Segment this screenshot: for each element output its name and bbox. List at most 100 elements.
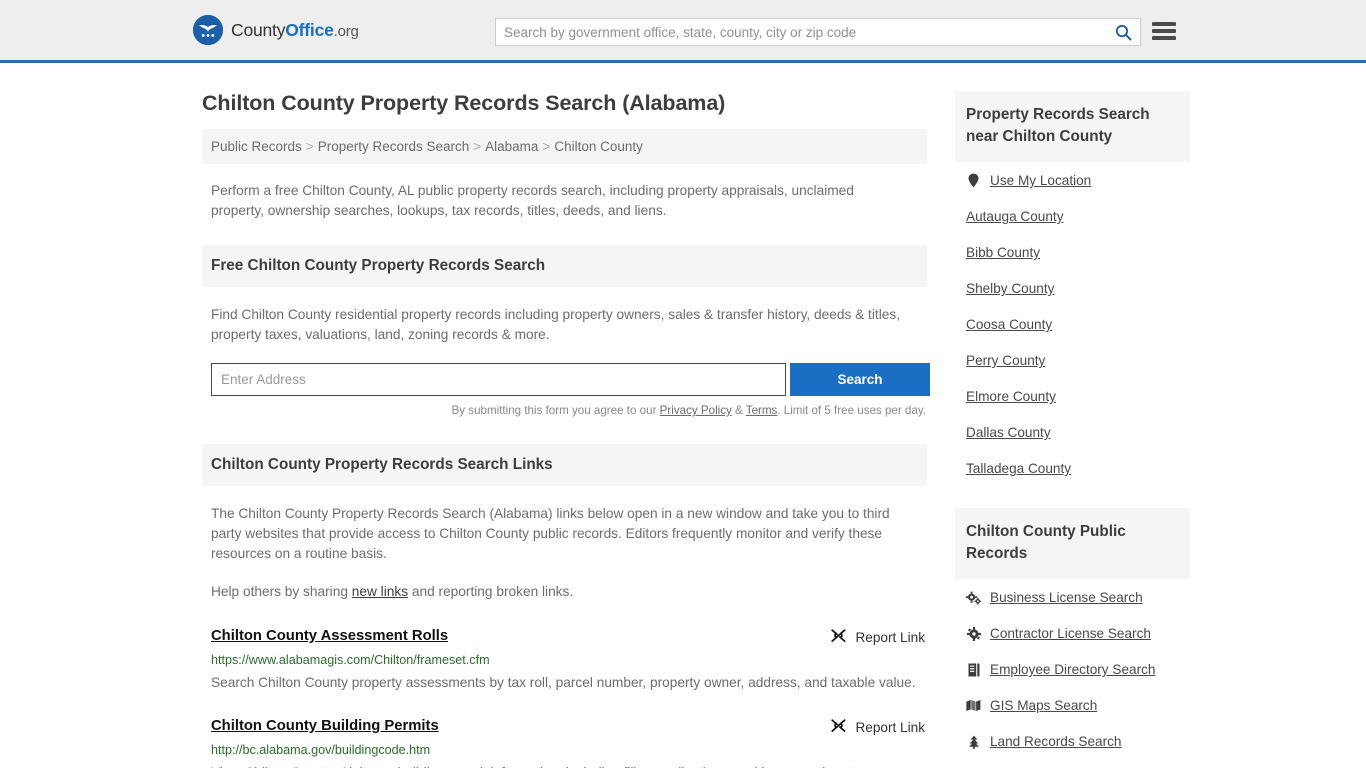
- sidebar-item-land-records-search[interactable]: Land Records Search: [966, 723, 1179, 759]
- hamburger-bar: [1152, 22, 1176, 26]
- book-icon: [966, 663, 981, 677]
- hamburger-menu-icon[interactable]: [1152, 20, 1176, 42]
- public-record-link[interactable]: Contractor License Search: [990, 626, 1151, 641]
- tree-icon: [966, 735, 981, 749]
- breadcrumb: Public Records > Property Records Search > A…: [202, 129, 927, 164]
- cogs-icon: [966, 591, 981, 605]
- breadcrumb-item-alabama[interactable]: Alabama: [485, 139, 538, 154]
- sidebar-item-bibb-county[interactable]: Bibb County: [966, 234, 1179, 270]
- logo-text: CountyOffice.org: [231, 20, 359, 41]
- help-text-post: and reporting broken links.: [408, 584, 574, 599]
- links-section-help: Help others by sharing new links and rep…: [211, 582, 918, 602]
- link-result-header: Chilton County Assessment Rolls Report L…: [211, 628, 927, 646]
- county-link[interactable]: Coosa County: [966, 317, 1052, 332]
- county-link[interactable]: Bibb County: [966, 245, 1040, 260]
- page-body: Chilton County Property Records Search (…: [0, 63, 1366, 768]
- breadcrumb-separator: >: [542, 139, 551, 154]
- links-section-heading: Chilton County Property Records Search L…: [202, 444, 927, 486]
- report-link-label: Report Link: [855, 719, 925, 735]
- logo-text-county: County: [231, 19, 286, 40]
- sidebar-item-employee-directory-search[interactable]: Employee Directory Search: [966, 651, 1179, 687]
- hamburger-bar: [1152, 36, 1176, 40]
- search-input[interactable]: [496, 19, 1106, 45]
- link-result-header: Chilton County Building Permits Report L…: [211, 718, 927, 736]
- breadcrumb-item-public-records[interactable]: Public Records: [211, 139, 302, 154]
- address-search-form: Search: [211, 363, 931, 396]
- report-link-label: Report Link: [855, 629, 925, 645]
- use-my-location-link[interactable]: Use My Location: [990, 173, 1091, 188]
- sidebar-item-autauga-county[interactable]: Autauga County: [966, 198, 1179, 234]
- public-record-link[interactable]: Employee Directory Search: [990, 662, 1155, 677]
- sidebar-item-coosa-county[interactable]: Coosa County: [966, 306, 1179, 342]
- sidebar-item-use-my-location[interactable]: Use My Location: [966, 162, 1179, 198]
- new-links-link[interactable]: new links: [352, 584, 408, 599]
- disclaimer-text-post: . Limit of 5 free uses per day.: [777, 404, 926, 417]
- public-record-link[interactable]: GIS Maps Search: [990, 698, 1097, 713]
- links-section-description: The Chilton County Property Records Sear…: [211, 506, 890, 561]
- breadcrumb-item-property-records-search[interactable]: Property Records Search: [318, 139, 470, 154]
- public-records-list: Business License Search Contractor Licen…: [955, 579, 1190, 759]
- sidebar-item-elmore-county[interactable]: Elmore County: [966, 378, 1179, 414]
- county-link[interactable]: Shelby County: [966, 281, 1054, 296]
- result-title-link[interactable]: Chilton County Building Permits: [211, 718, 439, 734]
- map-pin-icon: [966, 173, 981, 188]
- logo-text-office: Office: [285, 19, 334, 40]
- address-input[interactable]: [211, 363, 786, 396]
- sidebar-item-perry-county[interactable]: Perry County: [966, 342, 1179, 378]
- unlink-icon: [830, 718, 847, 736]
- main-column: Chilton County Property Records Search (…: [202, 63, 930, 768]
- nearby-county-list: Use My Location Autauga County Bibb Coun…: [955, 162, 1190, 486]
- site-logo[interactable]: CountyOffice.org: [193, 15, 359, 45]
- search-icon[interactable]: [1106, 19, 1140, 45]
- sidebar-item-talladega-county[interactable]: Talladega County: [966, 450, 1179, 486]
- county-link[interactable]: Autauga County: [966, 209, 1064, 224]
- breadcrumb-separator: >: [473, 139, 482, 154]
- county-link[interactable]: Elmore County: [966, 389, 1056, 404]
- hamburger-bar: [1152, 29, 1176, 33]
- county-link[interactable]: Perry County: [966, 353, 1045, 368]
- sidebar-item-dallas-county[interactable]: Dallas County: [966, 414, 1179, 450]
- sidebar-item-gis-maps-search[interactable]: GIS Maps Search: [966, 687, 1179, 723]
- report-link-button[interactable]: Report Link: [830, 718, 927, 736]
- sidebar-item-business-license-search[interactable]: Business License Search: [966, 579, 1179, 615]
- disclaimer-text-pre: By submitting this form you agree to our: [451, 404, 660, 417]
- county-link[interactable]: Dallas County: [966, 425, 1051, 440]
- links-section-body: The Chilton County Property Records Sear…: [202, 504, 927, 602]
- disclaimer-amp: &: [731, 404, 746, 417]
- free-search-body: Find Chilton County residential property…: [202, 305, 927, 345]
- unlink-icon: [830, 628, 847, 646]
- sidebar: Property Records Search near Chilton Cou…: [955, 63, 1190, 768]
- help-text-pre: Help others by sharing: [211, 584, 352, 599]
- terms-link[interactable]: Terms: [746, 404, 778, 417]
- report-link-button[interactable]: Report Link: [830, 628, 927, 646]
- county-link[interactable]: Talladega County: [966, 461, 1071, 476]
- breadcrumb-separator: >: [305, 139, 314, 154]
- breadcrumb-item-chilton-county[interactable]: Chilton County: [554, 139, 643, 154]
- result-description: Search Chilton County property assessmen…: [211, 675, 916, 690]
- public-records-heading: Chilton County Public Records: [955, 508, 1190, 579]
- page-title: Chilton County Property Records Search (…: [202, 91, 726, 115]
- site-header: CountyOffice.org: [0, 0, 1366, 63]
- logo-text-org: .org: [333, 22, 359, 40]
- eagle-shield-logo-icon: [193, 15, 223, 45]
- global-search-bar[interactable]: [495, 18, 1141, 46]
- result-url: https://www.alabamagis.com/Chilton/frame…: [211, 653, 490, 667]
- privacy-policy-link[interactable]: Privacy Policy: [660, 404, 732, 417]
- free-search-description: Find Chilton County residential property…: [211, 307, 901, 342]
- result-title-link[interactable]: Chilton County Assessment Rolls: [211, 628, 448, 644]
- gear-icon: [966, 626, 981, 641]
- link-result-item: Chilton County Building Permits Report L…: [211, 718, 927, 768]
- sidebar-item-shelby-county[interactable]: Shelby County: [966, 270, 1179, 306]
- free-search-heading: Free Chilton County Property Records Sea…: [202, 245, 927, 287]
- nearby-search-heading: Property Records Search near Chilton Cou…: [955, 91, 1190, 162]
- public-record-link[interactable]: Business License Search: [990, 590, 1143, 605]
- search-submit-button[interactable]: Search: [790, 363, 930, 396]
- result-description: View Chilton County, Alabama building pe…: [211, 761, 916, 768]
- intro-paragraph: Perform a free Chilton County, AL public…: [211, 183, 854, 218]
- public-record-link[interactable]: Land Records Search: [990, 734, 1121, 749]
- sidebar-item-contractor-license-search[interactable]: Contractor License Search: [966, 615, 1179, 651]
- link-result-item: Chilton County Assessment Rolls Report L…: [211, 628, 927, 694]
- map-icon: [966, 699, 981, 712]
- form-disclaimer: By submitting this form you agree to our…: [202, 404, 926, 417]
- result-url: http://bc.alabama.gov/buildingcode.htm: [211, 743, 431, 757]
